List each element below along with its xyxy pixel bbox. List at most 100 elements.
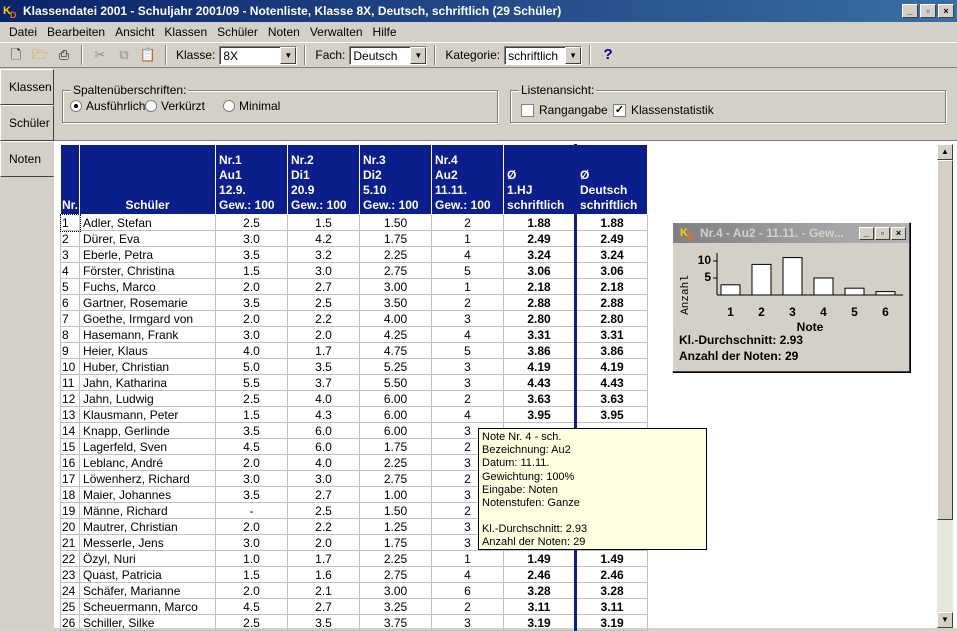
cell-avg-hj[interactable]: 4.19	[503, 358, 577, 375]
cell-note4[interactable]: 1	[431, 550, 505, 567]
table-row[interactable]: 9 Heier, Klaus 4.0 1.7 4.75 5 3.86 3.86	[59, 342, 649, 359]
minimize-button[interactable]: _	[859, 226, 874, 240]
cell-note3[interactable]: 3.50	[359, 294, 433, 311]
cell-note4[interactable]: 4	[431, 326, 505, 343]
cell-note4[interactable]: 1	[431, 230, 505, 247]
table-row[interactable]: 12 Jahn, Ludwig 2.5 4.0 6.00 2 3.63 3.63	[59, 390, 649, 407]
cell-note4[interactable]: 3	[431, 310, 505, 327]
cell-avg-total[interactable]: 3.86	[574, 342, 649, 359]
cell-note1[interactable]: 1.5	[215, 262, 289, 279]
col-header-note2[interactable]: Nr.2 Di1 20.9 Gew.: 100	[287, 144, 361, 215]
cell-note2[interactable]: 3.2	[287, 246, 361, 263]
cell-note3[interactable]: 1.75	[359, 438, 433, 455]
cell-note2[interactable]: 4.0	[287, 390, 361, 407]
menu-ansicht[interactable]: Ansicht	[110, 25, 159, 39]
cell-avg-total[interactable]: 2.80	[574, 310, 649, 327]
cell-note2[interactable]: 4.2	[287, 230, 361, 247]
radio-ausfuehrlich[interactable]: Ausführlich	[70, 99, 145, 113]
table-row[interactable]: 26 Schiller, Silke 2.5 3.5 3.75 3 3.19 3.19	[59, 614, 649, 631]
new-icon[interactable]: 🗋	[6, 45, 26, 65]
close-button[interactable]: ×	[938, 4, 954, 18]
table-row[interactable]: 22 Özyl, Nuri 1.0 1.7 2.25 1 1.49 1.49	[59, 550, 649, 567]
cell-note3[interactable]: 4.25	[359, 326, 433, 343]
cell-note3[interactable]: 2.75	[359, 262, 433, 279]
chevron-down-icon[interactable]: ▼	[565, 46, 582, 64]
cell-avg-hj[interactable]: 3.95	[503, 406, 577, 423]
menu-klassen[interactable]: Klassen	[159, 25, 212, 39]
vertical-scrollbar[interactable]: ▲ ▼	[937, 144, 953, 628]
cell-avg-total[interactable]: 1.49	[574, 550, 649, 567]
copy-icon[interactable]: ⧉	[114, 45, 134, 65]
cell-avg-total[interactable]: 3.63	[574, 390, 649, 407]
table-row[interactable]: 13 Klausmann, Peter 1.5 4.3 6.00 4 3.95 3.95	[59, 406, 649, 423]
cell-note2[interactable]: 1.7	[287, 342, 361, 359]
restore-button[interactable]: ▫	[920, 4, 936, 18]
cell-note3[interactable]: 1.50	[359, 502, 433, 519]
cell-note2[interactable]: 2.7	[287, 278, 361, 295]
cell-note4[interactable]: 6	[431, 582, 505, 599]
cell-note3[interactable]: 3.75	[359, 614, 433, 631]
cell-note1[interactable]: 2.0	[215, 454, 289, 471]
cell-note1[interactable]: 2.0	[215, 582, 289, 599]
cell-note3[interactable]: 1.75	[359, 534, 433, 551]
cell-avg-hj[interactable]: 2.80	[503, 310, 577, 327]
radio-minimal[interactable]: Minimal	[223, 99, 280, 113]
cell-note2[interactable]: 3.7	[287, 374, 361, 391]
menu-noten[interactable]: Noten	[263, 25, 305, 39]
cell-avg-hj[interactable]: 3.31	[503, 326, 577, 343]
table-row[interactable]: 3 Eberle, Petra 3.5 3.2 2.25 4 3.24 3.24	[59, 246, 649, 263]
cell-note4[interactable]: 2	[431, 598, 505, 615]
cell-note2[interactable]: 4.0	[287, 454, 361, 471]
chevron-down-icon[interactable]: ▼	[410, 46, 427, 64]
statistics-window[interactable]: KD Nr.4 - Au2 - 11.11. - Gew... _ ▫ × An…	[672, 222, 910, 372]
cell-avg-hj[interactable]: 3.06	[503, 262, 577, 279]
cell-note4[interactable]: 3	[431, 358, 505, 375]
cell-note2[interactable]: 2.2	[287, 310, 361, 327]
cell-note1[interactable]: 5.0	[215, 358, 289, 375]
cell-note1[interactable]: 4.0	[215, 342, 289, 359]
statistics-title-bar[interactable]: KD Nr.4 - Au2 - 11.11. - Gew... _ ▫ ×	[673, 223, 909, 243]
cell-note1[interactable]: 2.5	[215, 614, 289, 631]
menu-bearbeiten[interactable]: Bearbeiten	[42, 25, 110, 39]
cell-note3[interactable]: 6.00	[359, 390, 433, 407]
cell-avg-hj[interactable]: 2.18	[503, 278, 577, 295]
cell-note2[interactable]: 3.0	[287, 470, 361, 487]
cell-note2[interactable]: 6.0	[287, 438, 361, 455]
cell-note3[interactable]: 3.00	[359, 278, 433, 295]
col-header-note3[interactable]: Nr.3 Di2 5.10 Gew.: 100	[359, 144, 433, 215]
cell-note1[interactable]: 4.5	[215, 598, 289, 615]
cell-note2[interactable]: 2.5	[287, 502, 361, 519]
cell-note3[interactable]: 1.50	[359, 214, 433, 231]
cell-note1[interactable]: 2.0	[215, 518, 289, 535]
cell-note1[interactable]: 3.0	[215, 230, 289, 247]
radio-verkuerzt[interactable]: Verkürzt	[145, 99, 205, 113]
menu-verwalten[interactable]: Verwalten	[305, 25, 368, 39]
table-row[interactable]: 23 Quast, Patricia 1.5 1.6 2.75 4 2.46 2.46	[59, 566, 649, 583]
cell-avg-hj[interactable]: 2.49	[503, 230, 577, 247]
cut-icon[interactable]: ✂	[90, 45, 110, 65]
cell-avg-total[interactable]: 3.95	[574, 406, 649, 423]
cell-note2[interactable]: 2.2	[287, 518, 361, 535]
cell-note1[interactable]: 3.0	[215, 470, 289, 487]
fach-select[interactable]: Deutsch ▼	[349, 45, 428, 65]
cell-note1[interactable]: 4.5	[215, 438, 289, 455]
cell-avg-total[interactable]: 3.06	[574, 262, 649, 279]
cell-note2[interactable]: 4.3	[287, 406, 361, 423]
cell-note3[interactable]: 1.75	[359, 230, 433, 247]
cell-note1[interactable]: 3.5	[215, 294, 289, 311]
cell-note2[interactable]: 1.7	[287, 550, 361, 567]
cell-note2[interactable]: 2.1	[287, 582, 361, 599]
cell-avg-hj[interactable]: 3.24	[503, 246, 577, 263]
cell-note3[interactable]: 5.25	[359, 358, 433, 375]
close-button[interactable]: ×	[891, 226, 906, 240]
cell-note3[interactable]: 1.25	[359, 518, 433, 535]
menu-datei[interactable]: Datei	[4, 25, 42, 39]
cell-note2[interactable]: 2.5	[287, 294, 361, 311]
table-row[interactable]: 8 Hasemann, Frank 3.0 2.0 4.25 4 3.31 3.31	[59, 326, 649, 343]
cell-note4[interactable]: 5	[431, 262, 505, 279]
cell-avg-hj[interactable]: 2.88	[503, 294, 577, 311]
cell-note2[interactable]: 3.5	[287, 358, 361, 375]
cell-avg-hj[interactable]: 3.86	[503, 342, 577, 359]
cell-note4[interactable]: 5	[431, 342, 505, 359]
cell-note2[interactable]: 2.7	[287, 598, 361, 615]
